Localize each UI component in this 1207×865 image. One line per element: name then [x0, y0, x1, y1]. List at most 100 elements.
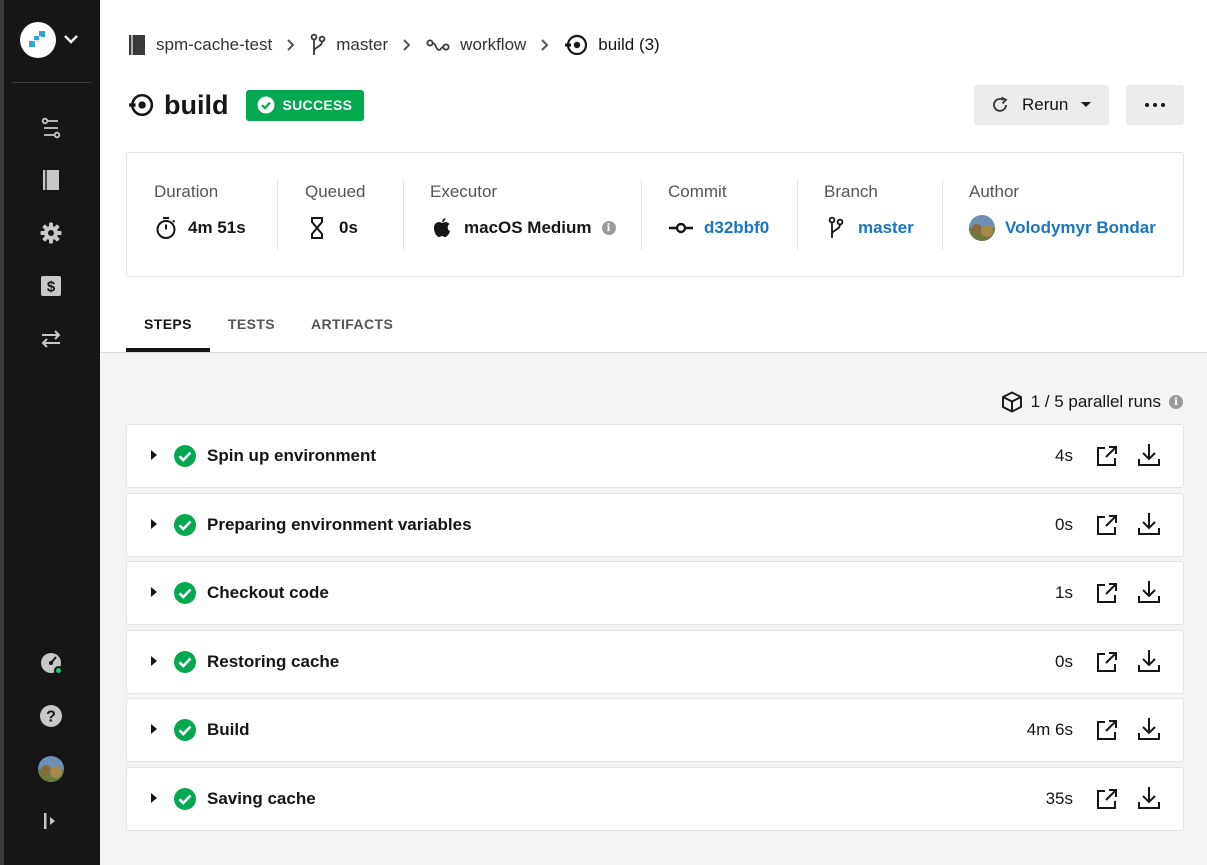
- download-icon[interactable]: [1136, 511, 1162, 537]
- executor-info-icon[interactable]: i: [601, 221, 616, 235]
- org-chevron-down-icon[interactable]: [62, 30, 80, 48]
- breadcrumb-branch[interactable]: master: [310, 32, 388, 58]
- external-link-icon[interactable]: [1095, 513, 1119, 537]
- stat-queued-text: 0s: [339, 218, 358, 237]
- tab-steps[interactable]: STEPS: [126, 304, 210, 352]
- step-duration: 0s: [1055, 651, 1073, 671]
- download-icon[interactable]: [1136, 579, 1162, 605]
- check-circle-icon: [174, 513, 196, 536]
- job-tabs: STEPS TESTS ARTIFACTS: [126, 304, 411, 352]
- stat-duration-value: 4m 51s: [154, 215, 246, 241]
- sidebar-divider: [12, 82, 91, 83]
- check-circle-icon: [174, 650, 196, 673]
- refresh-icon: [993, 96, 1008, 112]
- expand-caret-icon[interactable]: [151, 792, 157, 803]
- download-icon[interactable]: [1136, 648, 1162, 674]
- stat-duration-label: Duration: [154, 182, 219, 201]
- stat-divider: [797, 180, 798, 250]
- stopwatch-icon: [156, 217, 176, 239]
- sidebar-projects-icon[interactable]: [39, 168, 63, 192]
- stat-author-label: Author: [969, 182, 1020, 201]
- commit-link[interactable]: d32bbf0: [668, 215, 769, 241]
- step-name: Spin up environment: [207, 446, 377, 465]
- status-badge: SUCCESS: [246, 89, 365, 121]
- more-options-button[interactable]: [1126, 85, 1184, 125]
- expand-caret-icon[interactable]: [151, 655, 157, 666]
- chevron-right-icon: [286, 38, 296, 52]
- author-link[interactable]: Volodymyr Bondar: [969, 215, 1156, 241]
- sidebar-settings-gear-icon[interactable]: [39, 221, 63, 245]
- breadcrumb-project[interactable]: spm-cache-test: [128, 32, 272, 58]
- step-row[interactable]: Saving cache 35s: [126, 766, 1184, 831]
- step-name: Checkout code: [207, 583, 329, 602]
- branch-icon: [310, 33, 326, 55]
- check-circle-icon: [174, 445, 196, 467]
- title-row: build SUCCESS: [128, 88, 365, 122]
- stat-executor-text: macOS Medium: [464, 218, 592, 237]
- stat-divider: [277, 180, 278, 250]
- job-icon: [129, 93, 154, 117]
- check-circle-icon: [174, 719, 196, 741]
- download-icon[interactable]: [1136, 716, 1162, 742]
- step-name: Preparing environment variables: [207, 514, 472, 534]
- stat-divider: [942, 180, 943, 250]
- author-name: Volodymyr Bondar: [1005, 218, 1156, 237]
- step-duration: 4m 6s: [1026, 720, 1073, 739]
- commit-icon: [669, 222, 693, 234]
- step-duration: 4s: [1055, 446, 1073, 465]
- sidebar-help-question-icon[interactable]: ?: [39, 704, 63, 728]
- external-link-icon[interactable]: [1095, 787, 1119, 811]
- step-name: Build: [207, 720, 250, 739]
- more-dot: [1153, 103, 1157, 107]
- step-row[interactable]: Build 4m 6s: [126, 698, 1184, 762]
- breadcrumb: spm-cache-test master workflow build (3): [128, 32, 660, 58]
- branch-link[interactable]: master: [824, 215, 914, 241]
- breadcrumb-workflow-label: workflow: [460, 35, 527, 54]
- sidebar-user-avatar[interactable]: [38, 756, 64, 782]
- svg-text:?: ?: [46, 709, 56, 726]
- stat-queued-value: 0s: [305, 215, 358, 241]
- external-link-icon[interactable]: [1095, 718, 1119, 742]
- parallel-runs-selector[interactable]: 1 / 5 parallel runs i: [1001, 389, 1183, 415]
- parallel-info-icon[interactable]: i: [1169, 395, 1183, 409]
- download-icon[interactable]: [1136, 785, 1162, 811]
- sidebar-insights-arrows-icon[interactable]: [39, 327, 63, 351]
- expand-caret-icon[interactable]: [151, 587, 157, 597]
- expand-caret-icon[interactable]: [151, 724, 157, 734]
- workflow-icon: [426, 39, 450, 51]
- step-row[interactable]: Preparing environment variables 0s: [126, 492, 1184, 557]
- external-link-icon[interactable]: [1095, 444, 1119, 468]
- breadcrumb-workflow[interactable]: workflow: [426, 32, 526, 58]
- page-title: build: [164, 89, 229, 120]
- external-link-icon[interactable]: [1095, 581, 1119, 605]
- step-name: Saving cache: [207, 788, 316, 808]
- step-row[interactable]: Checkout code 1s: [126, 561, 1184, 625]
- svg-text:$: $: [47, 279, 56, 296]
- sidebar-expand-icon[interactable]: [39, 809, 63, 833]
- caret-down-icon: [1081, 102, 1092, 107]
- download-icon[interactable]: [1136, 442, 1162, 468]
- status-badge-label: SUCCESS: [282, 97, 353, 113]
- tab-tests[interactable]: TESTS: [210, 304, 293, 352]
- step-duration: 0s: [1055, 514, 1073, 534]
- expand-caret-icon[interactable]: [151, 450, 157, 460]
- sidebar-pipelines-icon[interactable]: [39, 116, 63, 140]
- more-dot: [1161, 103, 1165, 107]
- expand-caret-icon[interactable]: [151, 518, 157, 529]
- org-logo[interactable]: [20, 22, 56, 58]
- external-link-icon[interactable]: [1095, 650, 1119, 674]
- stat-branch-label: Branch: [824, 182, 878, 201]
- branch-icon: [828, 216, 844, 238]
- sidebar-plan-dollar-icon[interactable]: $: [39, 274, 63, 298]
- rerun-button[interactable]: Rerun: [974, 85, 1109, 125]
- check-circle-icon: [174, 582, 196, 604]
- check-circle-icon: [257, 96, 275, 114]
- tab-artifacts[interactable]: ARTIFACTS: [293, 304, 411, 352]
- breadcrumb-job-label: build (3): [598, 35, 660, 54]
- step-row[interactable]: Spin up environment 4s: [126, 424, 1184, 488]
- status-online-dot: [54, 666, 63, 675]
- apple-icon: [434, 218, 450, 237]
- step-row[interactable]: Restoring cache 0s: [126, 629, 1184, 694]
- chevron-right-icon: [540, 38, 550, 52]
- rerun-button-label: Rerun: [1022, 95, 1069, 114]
